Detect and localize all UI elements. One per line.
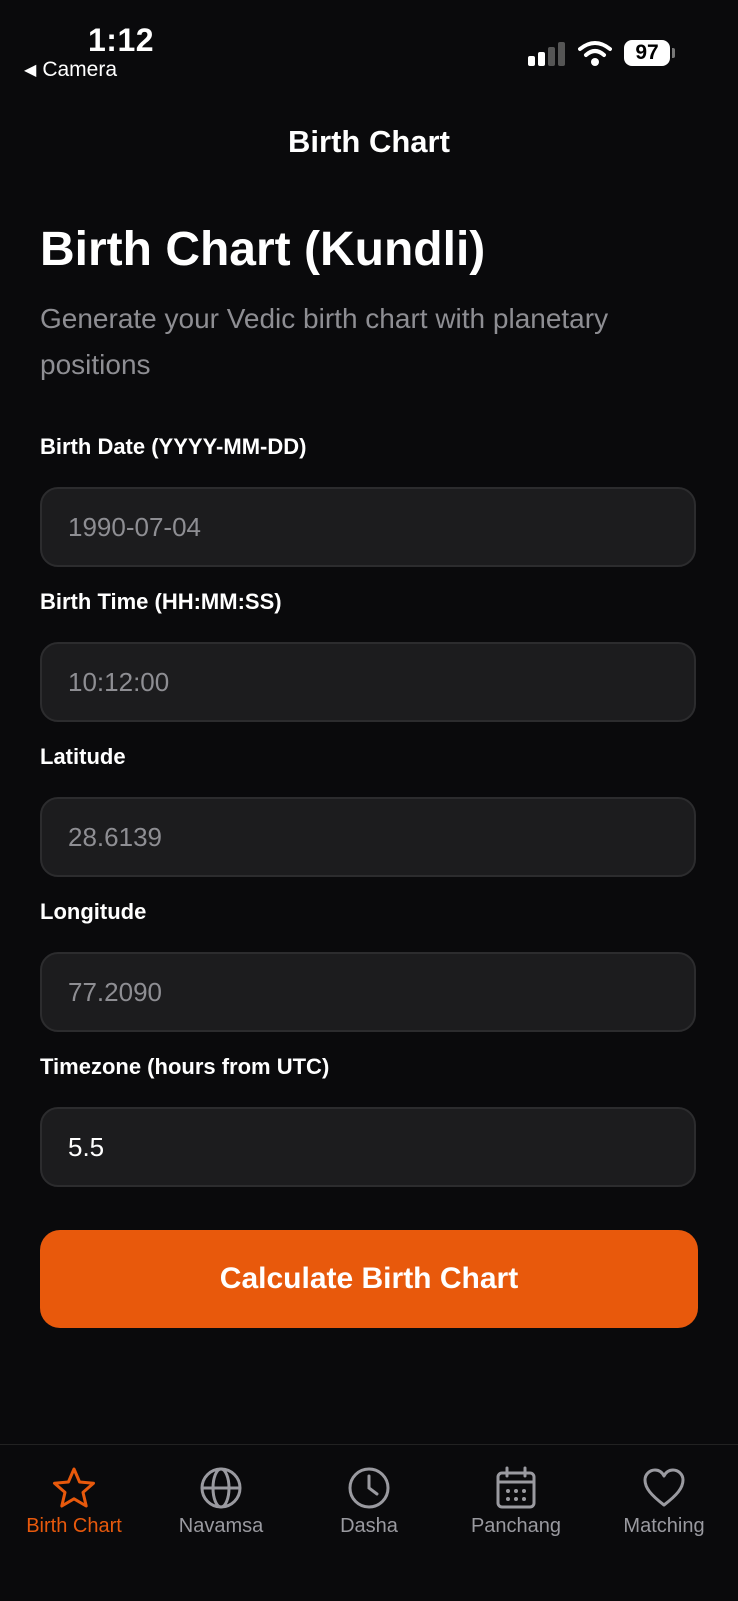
birth-time-label: Birth Time (HH:MM:SS) (40, 589, 282, 614)
back-arrow-icon: ◀ (24, 62, 37, 79)
tab-label: Dasha (340, 1515, 398, 1537)
timezone-field[interactable]: 5.5 (40, 1107, 696, 1187)
tab-navamsa[interactable]: Navamsa (147, 1455, 295, 1538)
tab-bar: Birth Chart Navamsa Dasha Panchang Match… (0, 1444, 738, 1601)
nav-title: Birth Chart (288, 124, 450, 159)
longitude-field[interactable]: 77.2090 (40, 952, 696, 1032)
battery-level: 97 (624, 40, 670, 66)
tab-label: Matching (623, 1515, 705, 1537)
back-label: Camera (42, 58, 118, 81)
birth-date-field[interactable]: 1990-07-04 (40, 487, 696, 567)
globe-icon (200, 1467, 242, 1509)
tab-birth-chart[interactable]: Birth Chart (0, 1455, 148, 1538)
cellular-signal-icon (528, 42, 565, 66)
star-icon (53, 1467, 95, 1508)
birth-time-field[interactable]: 10:12:00 (40, 642, 696, 722)
tab-matching[interactable]: Matching (590, 1455, 738, 1538)
tab-dasha[interactable]: Dasha (295, 1455, 443, 1538)
page-subtitle: Generate your Vedic birth chart with pla… (40, 303, 609, 380)
status-time: 1:12 (88, 22, 155, 58)
timezone-label: Timezone (hours from UTC) (40, 1054, 330, 1079)
calculate-birth-chart-button[interactable]: Calculate Birth Chart (40, 1230, 698, 1328)
status-bar: 1:12 ◀ Camera 97 (0, 0, 738, 90)
calendar-icon (496, 1466, 536, 1509)
tab-label: Panchang (470, 1515, 562, 1537)
longitude-label: Longitude (40, 899, 147, 924)
page-title: Birth Chart (Kundli) (40, 223, 486, 276)
wifi-icon (578, 41, 612, 66)
heart-icon (643, 1468, 685, 1507)
clock-icon (348, 1467, 390, 1509)
birth-date-label: Birth Date (YYYY-MM-DD) (40, 434, 307, 459)
back-to-camera-link[interactable]: ◀ Camera (24, 58, 117, 82)
tab-label: Navamsa (178, 1515, 264, 1537)
tab-panchang[interactable]: Panchang (442, 1455, 590, 1538)
battery-icon: 97 (624, 40, 675, 68)
latitude-label: Latitude (40, 744, 126, 769)
latitude-field[interactable]: 28.6139 (40, 797, 696, 877)
tab-label: Birth Chart (26, 1515, 122, 1537)
